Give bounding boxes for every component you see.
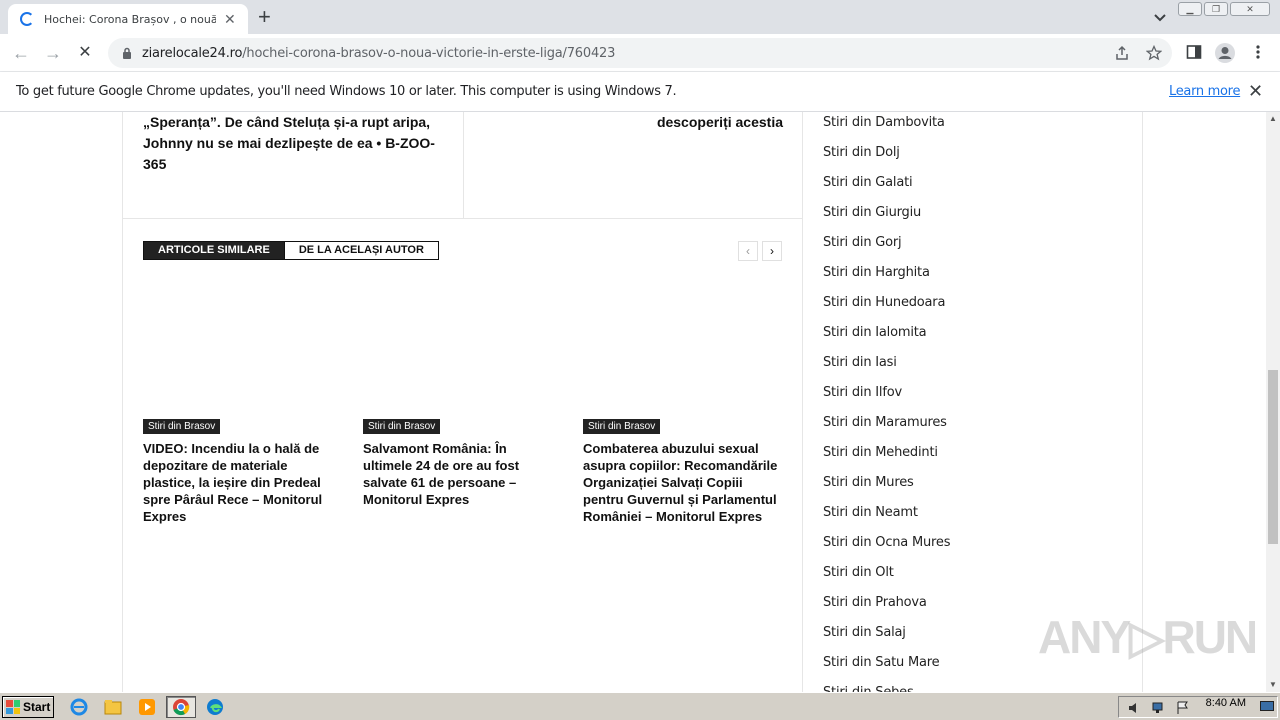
related-card[interactable]: Stiri din Brasov Combaterea abuzului sex…	[583, 416, 783, 525]
restore-button[interactable]: ❐	[1204, 2, 1228, 16]
browser-toolbar: ← → ✕ ziarelocale24.ro/hochei-corona-bra…	[0, 34, 1280, 72]
menu-kebab-icon[interactable]	[1252, 44, 1264, 60]
windows-logo-icon	[6, 700, 20, 714]
sidebar-item-county[interactable]: Stiri din Galati	[823, 168, 950, 198]
category-badge[interactable]: Stiri din Brasov	[583, 419, 661, 434]
taskbar-clock: 8:40 AM	[1205, 697, 1246, 709]
prev-page-button[interactable]: ‹	[738, 241, 758, 261]
next-article-link[interactable]: descoperiți acestia	[483, 112, 783, 133]
scroll-down-icon[interactable]: ▼	[1266, 678, 1280, 692]
bookmark-star-icon[interactable]	[1146, 45, 1162, 61]
lock-icon[interactable]	[122, 47, 132, 59]
learn-more-link[interactable]: Learn more	[1169, 84, 1240, 99]
volume-icon[interactable]	[1127, 700, 1143, 716]
sidebar-item-county[interactable]: Stiri din Mehedinti	[823, 438, 950, 468]
folder-icon[interactable]	[100, 696, 126, 718]
window-controls: ▁ ❐ ✕	[1178, 2, 1270, 16]
page-viewport: „Speranța”. De când Steluța și-a rupt ar…	[0, 112, 1266, 692]
scroll-up-icon[interactable]: ▲	[1266, 112, 1280, 126]
address-bar[interactable]: ziarelocale24.ro/hochei-corona-brasov-o-…	[108, 38, 1172, 68]
sidebar-item-county[interactable]: Stiri din Iasi	[823, 348, 950, 378]
tab-similar-articles[interactable]: ARTICOLE SIMILARE	[143, 241, 285, 260]
window-close-button[interactable]: ✕	[1230, 2, 1270, 16]
previous-articles-nav: „Speranța”. De când Steluța și-a rupt ar…	[123, 112, 803, 219]
next-page-button[interactable]: ›	[762, 241, 782, 261]
chrome-icon[interactable]	[166, 696, 196, 718]
browser-tab[interactable]: Hochei: Corona Brașov , o nouă victorie …	[8, 4, 248, 34]
sidebar-item-county[interactable]: Stiri din Salaj	[823, 618, 950, 648]
sidebar: Stiri din Dambovita Stiri din Dolj Stiri d…	[803, 112, 1143, 692]
sidebar-item-county[interactable]: Stiri din Satu Mare	[823, 648, 950, 678]
start-label: Start	[23, 700, 51, 714]
tab-close-icon[interactable]: ✕	[224, 12, 236, 26]
tab-title: Hochei: Corona Brașov , o nouă victorie …	[44, 12, 216, 26]
share-icon[interactable]	[1114, 45, 1130, 61]
scrollbar-thumb[interactable]	[1268, 370, 1278, 544]
system-tray	[1118, 696, 1278, 718]
minimize-button[interactable]: ▁	[1178, 2, 1202, 16]
sidebar-item-county[interactable]: Stiri din Dambovita	[823, 112, 950, 138]
county-list: Stiri din Dambovita Stiri din Dolj Stiri d…	[823, 112, 950, 692]
url-path: /hochei-corona-brasov-o-noua-victorie-in…	[242, 46, 616, 61]
tab-same-author[interactable]: DE LA ACELAȘI AUTOR	[284, 241, 439, 260]
sidebar-item-county[interactable]: Stiri din Gorj	[823, 228, 950, 258]
previous-article-link[interactable]: „Speranța”. De când Steluța și-a rupt ar…	[143, 112, 453, 175]
page-scrollbar[interactable]: ▲ ▼	[1266, 112, 1280, 692]
sidebar-item-county[interactable]: Stiri din Sebes	[823, 678, 950, 692]
show-desktop-icon[interactable]	[1260, 701, 1274, 713]
card-title[interactable]: Salvamont România: În ultimele 24 de ore…	[363, 440, 543, 508]
loading-spinner-icon	[20, 12, 34, 26]
related-card[interactable]: Stiri din Brasov VIDEO: Incendiu la o ha…	[143, 416, 343, 525]
sidebar-item-county[interactable]: Stiri din Prahova	[823, 588, 950, 618]
sidebar-item-county[interactable]: Stiri din Maramures	[823, 408, 950, 438]
sidebar-item-county[interactable]: Stiri din Ilfov	[823, 378, 950, 408]
infobar-message: To get future Google Chrome updates, you…	[16, 84, 677, 99]
divider	[463, 112, 464, 219]
network-icon[interactable]	[1151, 700, 1167, 716]
update-infobar: To get future Google Chrome updates, you…	[0, 72, 1280, 112]
sidebar-item-county[interactable]: Stiri din Giurgiu	[823, 198, 950, 228]
sidebar-item-county[interactable]: Stiri din Dolj	[823, 138, 950, 168]
start-button[interactable]: Start	[2, 696, 54, 718]
side-panel-icon[interactable]	[1186, 44, 1202, 60]
card-title[interactable]: VIDEO: Incendiu la o hală de depozitare …	[143, 440, 343, 525]
windows-taskbar: Start 8:40 AM	[0, 692, 1280, 720]
forward-button[interactable]: →	[44, 44, 62, 62]
sidebar-item-county[interactable]: Stiri din Harghita	[823, 258, 950, 288]
sidebar-item-county[interactable]: Stiri din Olt	[823, 558, 950, 588]
back-button[interactable]: ←	[12, 44, 30, 62]
category-badge[interactable]: Stiri din Brasov	[363, 419, 441, 434]
infobar-close-icon[interactable]: ✕	[1248, 81, 1263, 102]
category-badge[interactable]: Stiri din Brasov	[143, 419, 221, 434]
anyrun-watermark: ANY▷RUN	[1038, 611, 1258, 663]
action-center-flag-icon[interactable]	[1175, 700, 1191, 716]
stop-loading-button[interactable]: ✕	[76, 44, 94, 62]
related-pager: ‹ ›	[738, 241, 782, 261]
sidebar-item-county[interactable]: Stiri din Hunedoara	[823, 288, 950, 318]
new-tab-button[interactable]: +	[258, 6, 271, 28]
sidebar-item-county[interactable]: Stiri din Neamt	[823, 498, 950, 528]
tab-strip: Hochei: Corona Brașov , o nouă victorie …	[0, 0, 1280, 34]
sidebar-item-county[interactable]: Stiri din Ialomita	[823, 318, 950, 348]
card-title[interactable]: Combaterea abuzului sexual asupra copiil…	[583, 440, 783, 525]
ie-icon[interactable]	[66, 696, 92, 718]
main-content: „Speranța”. De când Steluța și-a rupt ar…	[122, 112, 803, 692]
sidebar-item-county[interactable]: Stiri din Mures	[823, 468, 950, 498]
media-player-icon[interactable]	[134, 696, 160, 718]
related-card[interactable]: Stiri din Brasov Salvamont România: În u…	[363, 416, 543, 508]
related-tabs: ARTICOLE SIMILARE DE LA ACELAȘI AUTOR	[143, 241, 439, 260]
edge-icon[interactable]	[202, 696, 228, 718]
sidebar-item-county[interactable]: Stiri din Ocna Mures	[823, 528, 950, 558]
tab-search-chevron-icon[interactable]	[1152, 9, 1168, 25]
url-domain: ziarelocale24.ro	[142, 46, 243, 61]
url-text[interactable]: ziarelocale24.ro/hochei-corona-brasov-o-…	[142, 46, 615, 61]
profile-avatar-icon[interactable]	[1214, 42, 1236, 64]
